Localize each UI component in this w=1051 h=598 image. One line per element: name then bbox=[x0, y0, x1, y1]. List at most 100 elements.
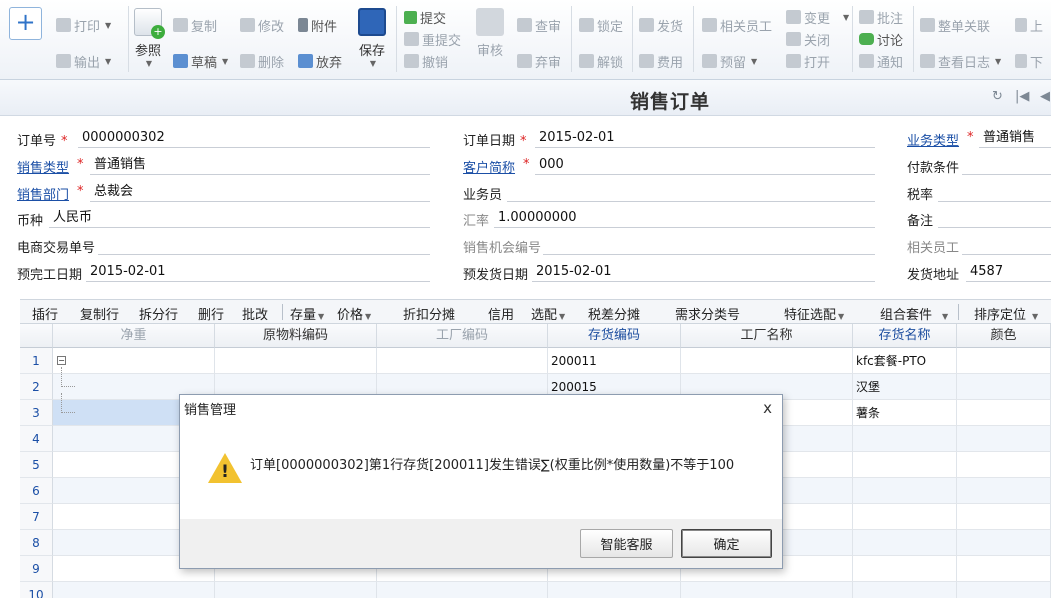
split-row-button[interactable]: 拆分行 bbox=[139, 304, 178, 323]
chevron-down-icon[interactable]: ▼ bbox=[995, 57, 1001, 66]
review-button[interactable]: 查审 bbox=[517, 15, 561, 35]
customer-label[interactable]: 客户简称 bbox=[463, 157, 515, 176]
table-cell[interactable] bbox=[957, 452, 1051, 478]
col-header-factory-code[interactable]: 工厂编码 bbox=[377, 324, 548, 348]
salesman-field[interactable] bbox=[507, 182, 875, 202]
col-header-inventory-name[interactable]: 存货名称 bbox=[853, 324, 957, 348]
ec-no-field[interactable] bbox=[98, 235, 430, 255]
row-number[interactable]: 6 bbox=[20, 478, 53, 504]
related-staff-button[interactable]: 相关员工 bbox=[702, 15, 772, 35]
row-number[interactable]: 5 bbox=[20, 452, 53, 478]
table-cell[interactable] bbox=[681, 348, 853, 374]
export-button[interactable]: 输出 ▼ bbox=[56, 51, 111, 71]
annotate-button[interactable]: 批注 bbox=[859, 7, 903, 27]
abandon-button[interactable]: 弃审 bbox=[517, 51, 561, 71]
credit-button[interactable]: 信用 bbox=[488, 304, 514, 323]
row-number[interactable]: 7 bbox=[20, 504, 53, 530]
submit-button[interactable]: 提交 bbox=[404, 7, 446, 27]
sales-dept-field[interactable]: 总裁会 bbox=[90, 182, 430, 202]
related-staff-field[interactable] bbox=[962, 235, 1051, 255]
first-record-icon[interactable]: |◀ bbox=[1015, 89, 1029, 104]
table-cell[interactable] bbox=[957, 348, 1051, 374]
customer-field[interactable]: 000 bbox=[535, 155, 875, 175]
table-cell[interactable]: kfc套餐-PTO bbox=[853, 348, 957, 374]
table-cell[interactable]: 200011 bbox=[548, 348, 681, 374]
view-log-button[interactable]: 查看日志 ▼ bbox=[920, 51, 1001, 71]
discuss-button[interactable]: 讨论 bbox=[859, 29, 903, 49]
discard-button[interactable]: 放弃 bbox=[298, 51, 342, 71]
col-header-material-code[interactable]: 原物料编码 bbox=[215, 324, 377, 348]
price-button[interactable]: 价格 ▼ bbox=[337, 304, 371, 323]
table-cell[interactable] bbox=[957, 530, 1051, 556]
chevron-down-icon[interactable]: ▼ bbox=[105, 57, 111, 66]
ok-button[interactable]: 确定 bbox=[681, 529, 772, 558]
sales-dept-label[interactable]: 销售部门 bbox=[17, 184, 69, 203]
order-date-field[interactable]: 2015-02-01 bbox=[535, 128, 875, 148]
col-header-inventory-code[interactable]: 存货编码 bbox=[548, 324, 681, 348]
table-cell[interactable] bbox=[53, 582, 215, 598]
table-cell[interactable] bbox=[377, 348, 548, 374]
withdraw-button[interactable]: 撤销 bbox=[404, 51, 448, 71]
table-cell[interactable] bbox=[548, 582, 681, 598]
unlock-button[interactable]: 解锁 bbox=[579, 51, 623, 71]
chevron-down-icon[interactable]: ▼ bbox=[843, 13, 849, 22]
sales-type-label[interactable]: 销售类型 bbox=[17, 157, 69, 176]
chevron-down-icon[interactable]: ▼ bbox=[751, 57, 757, 66]
reserve-button[interactable]: 预留 ▼ bbox=[702, 51, 757, 71]
chevron-down-icon[interactable]: ▼ bbox=[370, 59, 376, 68]
expense-button[interactable]: 费用 bbox=[639, 51, 683, 71]
change-button[interactable]: 变更 ▼ bbox=[786, 7, 849, 27]
stock-button[interactable]: 存量 ▼ bbox=[290, 304, 324, 323]
table-cell[interactable]: 薯条 bbox=[853, 400, 957, 426]
table-cell[interactable] bbox=[957, 478, 1051, 504]
ship-button[interactable]: 发货 bbox=[639, 15, 683, 35]
table-cell[interactable] bbox=[853, 478, 957, 504]
row-number[interactable]: 10 bbox=[20, 582, 53, 598]
table-cell[interactable] bbox=[957, 504, 1051, 530]
row-number[interactable]: 2 bbox=[20, 374, 53, 400]
insert-row-button[interactable]: 插行 bbox=[32, 304, 58, 323]
finish-date-field[interactable]: 2015-02-01 bbox=[86, 262, 430, 282]
ship-addr-field[interactable]: 4587 bbox=[966, 262, 1051, 282]
col-header-color[interactable]: 颜色 bbox=[957, 324, 1051, 348]
notify-button[interactable]: 通知 bbox=[859, 51, 903, 71]
add-button[interactable]: + bbox=[9, 7, 42, 40]
reference-button[interactable]: + 参照 ▼ bbox=[134, 8, 165, 68]
table-cell[interactable] bbox=[53, 348, 215, 374]
table-cell[interactable] bbox=[853, 530, 957, 556]
draft-button[interactable]: 草稿 ▼ bbox=[173, 51, 228, 71]
copy-button[interactable]: 复制 bbox=[173, 15, 217, 35]
whole-link-button[interactable]: 整单关联 bbox=[920, 15, 990, 35]
table-cell[interactable] bbox=[853, 582, 957, 598]
currency-field[interactable]: 人民币 bbox=[49, 208, 430, 228]
col-header-net-weight[interactable]: 净重 bbox=[53, 324, 215, 348]
feature-config-button[interactable]: 特征选配 ▼ bbox=[784, 304, 844, 323]
row-number[interactable]: 9 bbox=[20, 556, 53, 582]
table-cell[interactable] bbox=[957, 400, 1051, 426]
demand-class-button[interactable]: 需求分类号 bbox=[675, 304, 740, 323]
ship-date-field[interactable]: 2015-02-01 bbox=[532, 262, 875, 282]
table-row[interactable]: 1 200011 kfc套餐-PTO bbox=[20, 348, 1051, 374]
close-icon[interactable]: x bbox=[763, 399, 772, 417]
open-button[interactable]: 打开 bbox=[786, 51, 830, 71]
row-number[interactable]: 1 bbox=[20, 348, 53, 374]
close-button[interactable]: 关闭 bbox=[786, 29, 830, 49]
smart-service-button[interactable]: 智能客服 bbox=[580, 529, 673, 558]
table-cell[interactable]: 汉堡 bbox=[853, 374, 957, 400]
chevron-down-icon[interactable]: ▼ bbox=[146, 59, 152, 68]
down-button[interactable]: 下 bbox=[1015, 51, 1043, 71]
copy-row-button[interactable]: 复制行 bbox=[80, 304, 119, 323]
table-cell[interactable] bbox=[681, 582, 853, 598]
row-number[interactable]: 3 bbox=[20, 400, 53, 426]
collapse-icon[interactable]: − bbox=[57, 356, 66, 365]
refresh-icon[interactable]: ↻ bbox=[992, 89, 1003, 104]
option-config-button[interactable]: 选配 ▼ bbox=[531, 304, 565, 323]
batch-edit-button[interactable]: 批改 bbox=[242, 304, 268, 323]
opp-no-field[interactable] bbox=[543, 235, 875, 255]
table-cell[interactable] bbox=[957, 426, 1051, 452]
table-cell[interactable] bbox=[853, 452, 957, 478]
table-cell[interactable] bbox=[957, 556, 1051, 582]
pay-terms-field[interactable] bbox=[962, 155, 1051, 175]
tax-diff-share-button[interactable]: 税差分摊 bbox=[588, 304, 640, 323]
lock-button[interactable]: 锁定 bbox=[579, 15, 623, 35]
